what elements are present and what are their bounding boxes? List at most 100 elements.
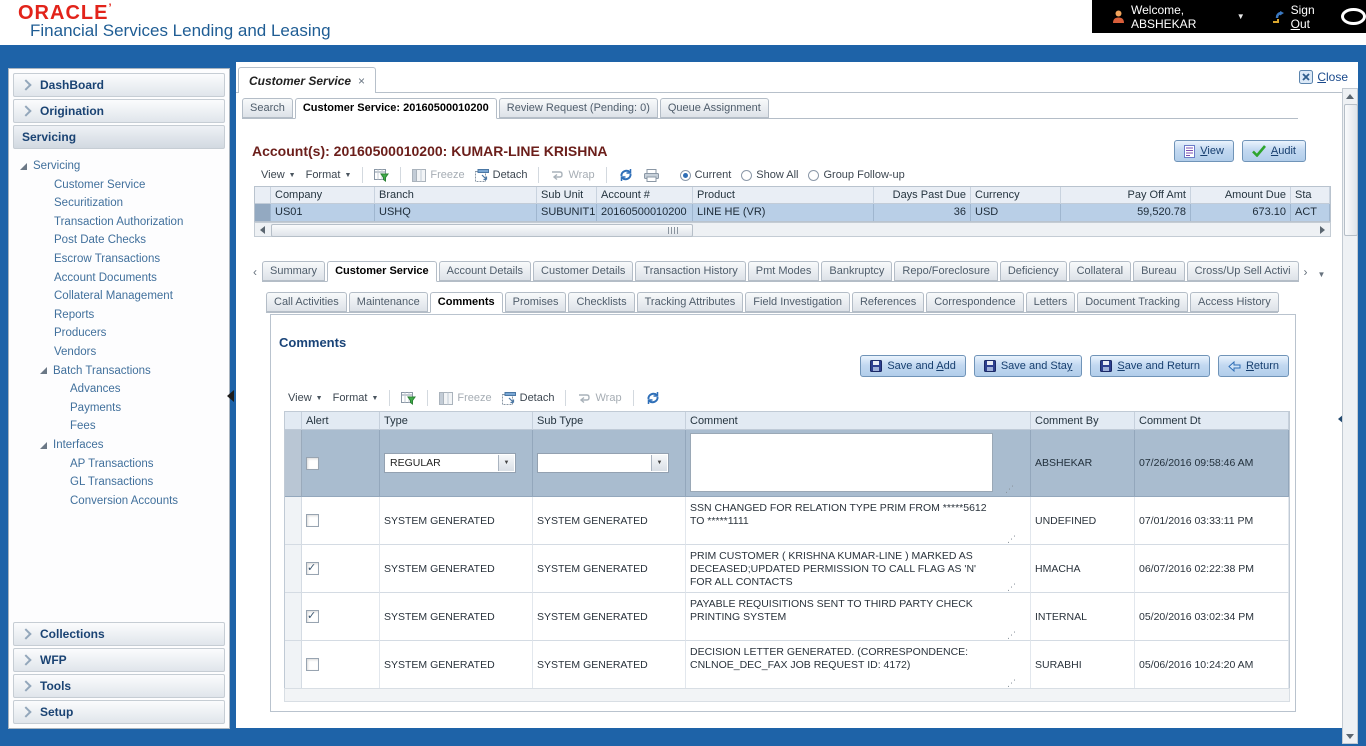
tab-checklists[interactable]: Checklists	[568, 292, 635, 312]
save-and-return-button[interactable]: Save and Return	[1090, 355, 1210, 377]
sidebar-section-wfp[interactable]: WFP	[13, 648, 225, 672]
detach-button[interactable]: Detach	[474, 168, 527, 182]
radio-group-follow-up[interactable]: Group Follow-up	[808, 169, 905, 181]
tabs-overflow-icon[interactable]: ▼	[1313, 270, 1331, 282]
comment-row[interactable]: SYSTEM GENERATED SYSTEM GENERATED PRIM C…	[285, 545, 1289, 593]
tab-document-tracking[interactable]: Document Tracking	[1077, 292, 1188, 312]
col-status[interactable]: Sta	[1291, 187, 1330, 204]
main-vscrollbar[interactable]	[1342, 88, 1358, 744]
hscroll-thumb[interactable]	[271, 224, 693, 237]
comment-edit-row[interactable]: REGULAR ▼ ▼ ⋰ ABSHEKAR 07/26/2016 09:58:4…	[285, 430, 1289, 497]
format-menu[interactable]: Format ▼	[333, 392, 379, 404]
save-and-add-button[interactable]: Save and Add	[860, 355, 966, 377]
tab-account-details[interactable]: Account Details	[438, 261, 532, 281]
resize-grip-icon[interactable]: ⋰	[1005, 485, 1014, 494]
collapse-icon[interactable]	[20, 162, 27, 170]
tab-customer-details[interactable]: Customer Details	[533, 261, 634, 281]
sidebar-section-origination[interactable]: Origination	[13, 99, 225, 123]
col-sub-type[interactable]: Sub Type	[533, 412, 686, 430]
dropdown-arrow-icon[interactable]: ▼	[651, 455, 667, 471]
close-button[interactable]: Close	[1299, 70, 1348, 84]
scroll-right-arrow[interactable]	[1315, 223, 1329, 236]
col-type[interactable]: Type	[380, 412, 533, 430]
col-sub-unit[interactable]: Sub Unit	[537, 187, 597, 204]
col-company[interactable]: Company	[271, 187, 375, 204]
collapse-icon[interactable]	[40, 367, 47, 375]
radio-current[interactable]: Current	[679, 169, 731, 181]
comment-row[interactable]: SYSTEM GENERATED SYSTEM GENERATED DECISI…	[285, 641, 1289, 689]
row-handle[interactable]	[285, 593, 302, 641]
tabs-scroll-right-icon[interactable]: ›	[1299, 265, 1313, 282]
tree-item-securitization[interactable]: Securitization	[12, 194, 226, 213]
tree-node-interfaces[interactable]: Interfaces	[12, 436, 226, 455]
collapse-icon[interactable]	[40, 441, 47, 449]
tab-review-request[interactable]: Review Request (Pending: 0)	[498, 98, 658, 118]
tree-item-escrow-transactions[interactable]: Escrow Transactions	[12, 250, 226, 269]
col-amount-due[interactable]: Amount Due	[1191, 187, 1291, 204]
col-account-number[interactable]: Account #	[597, 187, 693, 204]
tab-correspondence[interactable]: Correspondence	[926, 292, 1024, 312]
tab-access-history[interactable]: Access History	[1189, 292, 1279, 312]
tree-item-advances[interactable]: Advances	[12, 380, 226, 399]
scroll-up-arrow[interactable]	[1343, 89, 1357, 103]
tree-item-customer-service[interactable]: Customer Service	[12, 176, 226, 195]
account-table-hscrollbar[interactable]	[254, 222, 1331, 237]
tab-summary[interactable]: Summary	[262, 261, 326, 281]
tab-promises[interactable]: Promises	[504, 292, 567, 312]
user-menu[interactable]: Welcome, ABSHEKAR ▼	[1112, 3, 1245, 31]
tab-queue-assignment[interactable]: Queue Assignment	[659, 98, 769, 118]
tree-item-reports[interactable]: Reports	[12, 306, 226, 325]
tab-transaction-history[interactable]: Transaction History	[635, 261, 746, 281]
return-button[interactable]: Return	[1217, 355, 1289, 377]
row-handle[interactable]	[285, 641, 302, 689]
tree-item-producers[interactable]: Producers	[12, 324, 226, 343]
save-and-stay-button[interactable]: Save and Stay	[973, 355, 1083, 377]
radio-show-all[interactable]: Show All	[741, 169, 798, 181]
col-comment[interactable]: Comment	[686, 412, 1031, 430]
sidebar-section-setup[interactable]: Setup	[13, 700, 225, 724]
vscroll-thumb[interactable]	[1344, 104, 1358, 236]
col-currency[interactable]: Currency	[971, 187, 1061, 204]
view-menu[interactable]: View ▼	[288, 392, 323, 404]
alert-checkbox[interactable]	[306, 658, 319, 671]
tree-item-conversion-accounts[interactable]: Conversion Accounts	[12, 492, 226, 511]
tree-item-transaction-authorization[interactable]: Transaction Authorization	[12, 213, 226, 232]
query-by-example-button[interactable]	[401, 391, 417, 405]
type-select[interactable]: REGULAR ▼	[384, 453, 516, 473]
tree-item-gl-transactions[interactable]: GL Transactions	[12, 473, 226, 492]
view-menu[interactable]: View ▼	[261, 169, 296, 181]
tab-tracking-attributes[interactable]: Tracking Attributes	[636, 292, 744, 312]
workspace-tab-close-icon[interactable]: ×	[358, 74, 365, 88]
audit-button[interactable]: Audit	[1241, 140, 1306, 162]
sidebar-section-servicing[interactable]: Servicing	[13, 125, 225, 149]
tree-item-collateral-management[interactable]: Collateral Management	[12, 287, 226, 306]
tab-repo-foreclosure[interactable]: Repo/Foreclosure	[894, 261, 998, 281]
scroll-down-arrow[interactable]	[1343, 729, 1357, 743]
alert-checkbox[interactable]	[306, 561, 319, 575]
tree-item-fees[interactable]: Fees	[12, 417, 226, 436]
tab-letters[interactable]: Letters	[1025, 292, 1076, 312]
view-button[interactable]: View	[1174, 140, 1234, 162]
tab-customer-service-account[interactable]: Customer Service: 20160500010200	[294, 98, 497, 119]
row-handle[interactable]	[285, 497, 302, 545]
query-by-example-button[interactable]	[374, 168, 390, 182]
tree-item-payments[interactable]: Payments	[12, 399, 226, 418]
tab-collateral[interactable]: Collateral	[1068, 261, 1132, 281]
sub-type-select[interactable]: ▼	[537, 453, 669, 473]
tab-references[interactable]: References	[851, 292, 925, 312]
tree-node-servicing[interactable]: Servicing	[12, 157, 226, 176]
sidebar-collapse-handle[interactable]	[227, 390, 234, 402]
sidebar-section-tools[interactable]: Tools	[13, 674, 225, 698]
col-branch[interactable]: Branch	[375, 187, 537, 204]
tree-item-ap-transactions[interactable]: AP Transactions	[12, 455, 226, 474]
scroll-left-arrow[interactable]	[255, 223, 269, 236]
row-handle[interactable]	[285, 430, 302, 497]
tab-customer-service[interactable]: Customer Service	[327, 261, 437, 282]
tab-deficiency[interactable]: Deficiency	[999, 261, 1067, 281]
tabs-scroll-left-icon[interactable]: ‹	[248, 265, 262, 282]
row-handle[interactable]	[255, 204, 271, 221]
tree-node-batch-transactions[interactable]: Batch Transactions	[12, 362, 226, 381]
dropdown-arrow-icon[interactable]: ▼	[498, 455, 514, 471]
sign-out-button[interactable]: Sign Out	[1271, 3, 1328, 31]
tab-comments[interactable]: Comments	[429, 292, 503, 313]
